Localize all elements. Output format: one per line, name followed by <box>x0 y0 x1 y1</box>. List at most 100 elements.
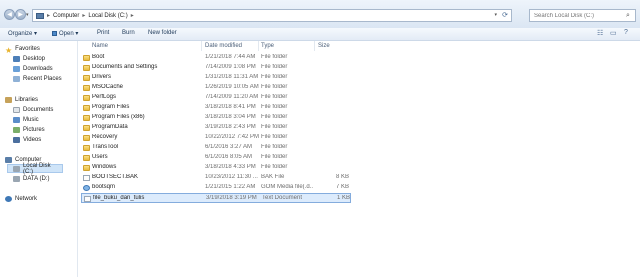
search-input[interactable] <box>530 12 626 19</box>
nav-label: Favorites <box>15 45 40 52</box>
folder-icon <box>83 145 90 151</box>
nav-desktop[interactable]: Desktop <box>13 54 45 63</box>
file-type: File folder <box>261 164 288 170</box>
file-date: 6/1/2016 8:05 AM <box>205 154 253 160</box>
command-bar: Organize ▾ Open ▾ Print Burn New folder … <box>0 28 640 41</box>
help-icon[interactable]: ? <box>624 29 628 36</box>
music-icon <box>13 116 20 123</box>
nav-pictures[interactable]: Pictures <box>13 125 45 134</box>
file-date: 3/19/2018 2:43 PM <box>205 124 256 130</box>
address-dropdown-icon[interactable]: ▾ <box>494 12 497 18</box>
table-row[interactable]: ProgramData 3/19/2018 2:43 PM File folde… <box>81 123 351 133</box>
column-header-type[interactable]: Type <box>261 43 274 49</box>
burn-button[interactable]: Burn <box>122 30 135 36</box>
column-header-size[interactable]: Size <box>318 43 330 49</box>
breadcrumb-computer[interactable]: Computer <box>53 13 79 19</box>
nav-data-d[interactable]: DATA (D:) <box>13 174 49 183</box>
file-name: Windows <box>92 164 117 170</box>
table-row[interactable]: TransTool 6/1/2016 3:27 AM File folder <box>81 143 351 153</box>
file-name: Drivers <box>92 74 111 80</box>
address-bar[interactable]: ▸ Computer ▸ Local Disk (C:) ▸ ▾ ⟳ <box>32 9 512 22</box>
table-row-selected[interactable]: file_buku_dan_tulis 3/19/2018 3:19 PM Te… <box>81 193 351 203</box>
table-row[interactable]: Documents and Settings 7/14/2009 1:08 PM… <box>81 63 351 73</box>
file-type: File folder <box>261 54 288 60</box>
table-row[interactable]: Program Files 3/18/2018 8:41 PM File fol… <box>81 103 351 113</box>
table-row[interactable]: Recovery 10/22/2012 7:42 PM File folder <box>81 133 351 143</box>
computer-icon <box>5 156 12 163</box>
file-date: 3/18/2018 8:41 PM <box>205 104 256 110</box>
drive-icon <box>13 165 20 172</box>
change-view-icon[interactable]: ☷ <box>597 29 603 37</box>
file-date: 3/18/2018 3:04 PM <box>205 114 256 120</box>
breadcrumb-local-disk[interactable]: Local Disk (C:) <box>88 13 127 19</box>
table-row[interactable]: Program Files (x86) 3/18/2018 3:04 PM Fi… <box>81 113 351 123</box>
folder-icon <box>83 115 90 121</box>
nav-downloads[interactable]: Downloads <box>13 64 53 73</box>
forward-button[interactable]: ▶ <box>15 9 26 20</box>
file-type: GOM Media file(.d... <box>261 184 313 190</box>
print-button[interactable]: Print <box>97 30 109 36</box>
address-bar-area: ◀ ▶ ▾ ▸ Computer ▸ Local Disk (C:) ▸ ▾ ⟳… <box>0 0 640 29</box>
table-row[interactable]: Boot 1/21/2018 7:44 AM File folder <box>81 53 351 63</box>
downloads-icon <box>13 65 20 72</box>
nav-recent-places[interactable]: Recent Places <box>13 74 62 83</box>
search-box[interactable]: ⌕ <box>529 9 636 22</box>
column-divider[interactable] <box>314 41 315 51</box>
open-icon <box>52 31 57 36</box>
breadcrumb-separator: ▸ <box>47 13 51 19</box>
column-divider[interactable] <box>201 41 202 51</box>
text-file-icon <box>84 196 91 202</box>
column-header-date[interactable]: Date modified <box>205 43 242 49</box>
new-folder-button[interactable]: New folder <box>148 30 177 36</box>
nav-documents[interactable]: Documents <box>13 105 53 114</box>
file-type: File folder <box>261 104 288 110</box>
network-icon <box>5 195 12 202</box>
nav-videos[interactable]: Videos <box>13 135 41 144</box>
file-date: 7/14/2009 1:08 PM <box>205 64 256 70</box>
refresh-icon[interactable]: ⟳ <box>502 11 508 19</box>
table-row[interactable]: BOOTSECT.BAK 10/23/2012 11:30 ... BAK Fi… <box>81 173 351 183</box>
file-date: 7/14/2009 11:20 AM <box>205 94 259 100</box>
file-type: File folder <box>261 74 288 80</box>
back-button[interactable]: ◀ <box>4 9 15 20</box>
file-size: 7 KB <box>335 184 349 190</box>
file-type: BAK File <box>261 174 285 180</box>
file-name: Users <box>92 154 108 160</box>
file-type: File folder <box>261 134 288 140</box>
pictures-icon <box>13 126 20 133</box>
file-date: 1/31/2018 11:31 AM <box>205 74 259 80</box>
recent-pages-dropdown[interactable]: ▾ <box>26 12 31 18</box>
nav-label: DATA (D:) <box>23 175 50 182</box>
nav-network[interactable]: Network <box>5 194 37 203</box>
preview-pane-icon[interactable]: ▭ <box>610 29 617 37</box>
organize-button[interactable]: Organize ▾ <box>8 30 37 37</box>
open-button[interactable]: Open ▾ <box>52 30 78 37</box>
folder-icon <box>83 55 90 61</box>
table-row[interactable]: bootsqm 1/21/2015 1:22 AM GOM Media file… <box>81 183 351 193</box>
table-row[interactable]: Drivers 1/31/2018 11:31 AM File folder <box>81 73 351 83</box>
media-file-icon <box>83 185 90 191</box>
file-size: 1 KB <box>336 195 350 201</box>
nav-libraries[interactable]: Libraries <box>5 95 38 104</box>
table-row[interactable]: Users 6/1/2016 8:05 AM File folder <box>81 153 351 163</box>
folder-icon <box>83 125 90 131</box>
nav-music[interactable]: Music <box>13 115 39 124</box>
nav-label: Local Disk (C:) <box>22 162 51 175</box>
file-name: bootsqm <box>92 184 116 190</box>
nav-label: Recent Places <box>23 75 62 82</box>
table-row[interactable]: Windows 3/18/2018 4:33 PM File folder <box>81 163 351 173</box>
navigation-pane: ★ Favorites Desktop Downloads Recent Plac… <box>0 41 78 277</box>
file-type: File folder <box>261 84 288 90</box>
column-divider[interactable] <box>258 41 259 51</box>
column-header-name[interactable]: Name <box>92 43 108 49</box>
file-date: 10/22/2012 7:42 PM <box>205 134 259 140</box>
folder-icon <box>83 95 90 101</box>
nav-local-disk-c[interactable]: Local Disk (C:) <box>7 162 63 175</box>
desktop-icon <box>13 55 20 62</box>
nav-label: Music <box>23 116 39 123</box>
videos-icon <box>13 136 20 143</box>
nav-favorites[interactable]: ★ Favorites <box>5 44 40 55</box>
table-row[interactable]: MSOCache 1/26/2019 10:05 AM File folder <box>81 83 351 93</box>
search-icon[interactable]: ⌕ <box>626 12 630 20</box>
table-row[interactable]: PerfLogs 7/14/2009 11:20 AM File folder <box>81 93 351 103</box>
